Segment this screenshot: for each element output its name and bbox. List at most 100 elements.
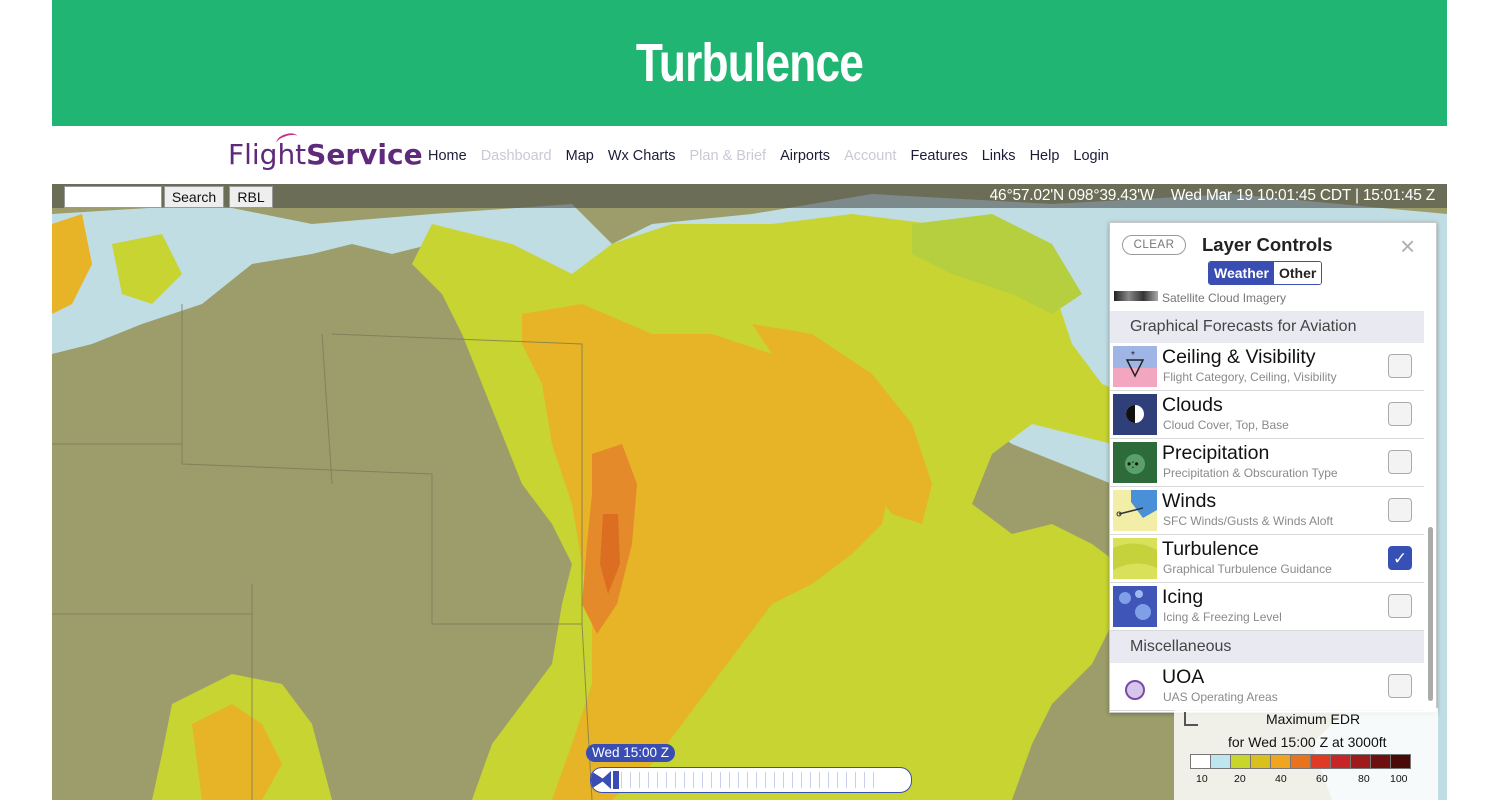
layer-checkbox[interactable] [1388,450,1412,474]
nav-help[interactable]: Help [1030,148,1060,164]
timeline-slider[interactable] [590,767,912,793]
layer-checkbox[interactable] [1388,498,1412,522]
layer-row-precipitation[interactable]: •:• Precipitation Precipitation & Obscurat… [1110,439,1424,487]
layer-controls-panel: CLEAR Layer Controls × Weather Other Sat… [1109,222,1437,713]
layer-checkbox[interactable] [1388,674,1412,698]
layer-checkbox[interactable] [1388,594,1412,618]
scrollbar-thumb[interactable] [1428,527,1433,701]
layer-subtitle: Icing & Freezing Level [1163,610,1282,624]
layer-subtitle: UAS Operating Areas [1163,690,1278,704]
legend-tick: 20 [1234,773,1246,785]
title-banner: Turbulence [52,0,1447,126]
layer-row-icing[interactable]: Icing Icing & Freezing Level [1110,583,1424,631]
legend-tick: 80 [1358,773,1370,785]
nav-wx-charts[interactable]: Wx Charts [608,148,676,164]
layer-title: Winds [1162,490,1217,512]
layer-title: Clouds [1162,394,1223,416]
legend-swatch [1270,754,1290,769]
layer-checkbox[interactable] [1388,354,1412,378]
legend-swatch [1350,754,1370,769]
nav-links[interactable]: Links [982,148,1016,164]
ceiling-visibility-icon: * [1113,346,1157,387]
resize-corner-icon[interactable] [1184,712,1198,726]
winds-icon [1113,490,1157,531]
satellite-thumbnail-icon [1114,291,1158,301]
satellite-layer-row-partial[interactable]: Satellite Cloud Imagery [1110,291,1424,309]
tab-weather[interactable]: Weather [1209,262,1274,284]
layer-title: Precipitation [1162,442,1270,464]
flightservice-logo[interactable]: FlightService [228,130,423,171]
weather-map[interactable]: Search RBL 46°57.02'N 098°39.43'W Wed Ma… [52,184,1447,800]
satellite-layer-label: Satellite Cloud Imagery [1162,291,1287,305]
layer-checkbox[interactable] [1388,402,1412,426]
layer-title: Icing [1162,586,1204,608]
nav-dashboard: Dashboard [480,148,552,164]
layer-title: Ceiling & Visibility [1162,346,1316,368]
nav-plan-brief: Plan & Brief [689,148,767,164]
panel-scrollbar[interactable] [1426,291,1434,711]
edr-legend: Maximum EDR for Wed 15:00 Z at 3000ft 10… [1174,708,1438,800]
tab-other[interactable]: Other [1273,262,1322,284]
section-gfa: Graphical Forecasts for Aviation [1110,311,1424,343]
nav-map[interactable]: Map [566,148,594,164]
layer-tab-switch: Weather Other [1208,261,1323,285]
icing-icon [1113,586,1157,627]
legend-swatch [1210,754,1230,769]
layer-subtitle: Cloud Cover, Top, Base [1163,418,1289,432]
clear-button[interactable]: CLEAR [1122,235,1186,255]
layer-row-clouds[interactable]: Clouds Cloud Cover, Top, Base [1110,391,1424,439]
layer-row-uoa[interactable]: UOA UAS Operating Areas [1110,663,1424,711]
main-nav: Home Dashboard Map Wx Charts Plan & Brief Air… [428,148,1123,164]
timeline-current-label: Wed 15:00 Z [586,744,676,762]
legend-color-scale [1190,754,1411,769]
legend-tick: 40 [1275,773,1287,785]
map-toolbar: Search RBL 46°57.02'N 098°39.43'W Wed Ma… [52,184,1447,208]
clouds-icon [1113,394,1157,435]
logo-text-bold: Service [306,138,423,171]
cursor-coordinates: 46°57.02'N 098°39.43'W [989,187,1155,204]
legend-swatch [1290,754,1310,769]
legend-tick: 60 [1316,773,1328,785]
layer-checkbox[interactable]: ✓ [1388,546,1412,570]
search-button[interactable]: Search [164,186,224,208]
layer-title: Turbulence [1162,538,1259,560]
layer-row-ceiling-visibility[interactable]: * Ceiling & Visibility Flight Category, Ce… [1110,343,1424,391]
coords-time-readout: 46°57.02'N 098°39.43'W Wed Mar 19 10:01:… [989,186,1436,206]
layer-row-winds[interactable]: Winds SFC Winds/Gusts & Winds Aloft [1110,487,1424,535]
section-misc: Miscellaneous [1110,631,1424,663]
map-search-input[interactable] [64,186,162,208]
svg-text:*: * [1131,350,1135,361]
timeline-play-forward-icon[interactable] [591,771,605,789]
layer-title: UOA [1162,666,1205,688]
layer-subtitle: Precipitation & Obscuration Type [1163,466,1338,480]
rbl-button[interactable]: RBL [229,186,273,208]
legend-swatch [1330,754,1350,769]
legend-swatch [1190,754,1210,769]
top-navbar: FlightService Home Dashboard Map Wx Charts P… [52,126,1447,184]
legend-swatch [1250,754,1270,769]
timeline-ticks[interactable] [621,772,877,788]
close-icon[interactable]: × [1400,231,1415,262]
svg-text:•:•: •:• [1127,457,1139,471]
legend-title: Maximum EDR [1266,711,1361,727]
nav-login[interactable]: Login [1073,148,1108,164]
legend-swatch [1370,754,1390,769]
layer-subtitle: Flight Category, Ceiling, Visibility [1163,370,1337,384]
precipitation-icon: •:• [1113,442,1157,483]
legend-swatch [1310,754,1330,769]
nav-airports[interactable]: Airports [780,148,830,164]
layer-controls-title: Layer Controls [1202,234,1333,255]
uoa-circle-icon [1113,666,1157,707]
banner-title: Turbulence [635,33,864,93]
layer-subtitle: Graphical Turbulence Guidance [1163,562,1332,576]
legend-swatch [1230,754,1250,769]
legend-subtitle: for Wed 15:00 Z at 3000ft [1228,734,1387,750]
nav-features[interactable]: Features [910,148,967,164]
legend-swatch [1390,754,1411,769]
nav-account: Account [844,148,897,164]
nav-home[interactable]: Home [428,148,467,164]
turbulence-icon [1113,538,1157,579]
current-time: Wed Mar 19 10:01:45 CDT | 15:01:45 Z [1170,187,1435,204]
layer-subtitle: SFC Winds/Gusts & Winds Aloft [1163,514,1334,528]
layer-row-turbulence[interactable]: Turbulence Graphical Turbulence Guidance ✓ [1110,535,1424,583]
